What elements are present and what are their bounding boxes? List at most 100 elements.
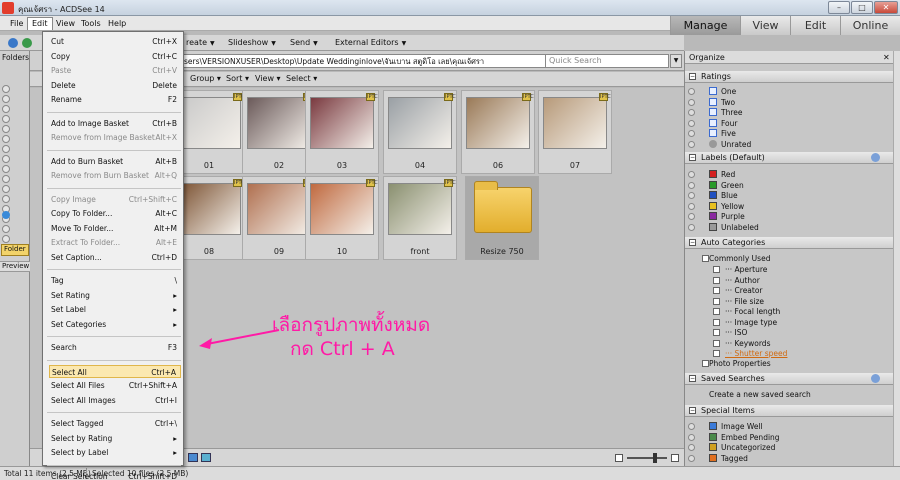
menu-item-set-rating[interactable]: Set Rating ▸ bbox=[49, 289, 181, 302]
rating-item[interactable]: Three bbox=[709, 108, 742, 117]
organize-close-icon[interactable]: ✕ bbox=[883, 53, 890, 62]
close-button[interactable]: ✕ bbox=[874, 1, 898, 14]
quick-search-input[interactable]: Quick Search bbox=[545, 54, 669, 68]
path-input[interactable]: sers\VERSIONXUSER\Desktop\Update Wedding… bbox=[180, 54, 573, 68]
folder-tree-node-icon[interactable] bbox=[2, 165, 10, 173]
filter-select[interactable]: Select ▾ bbox=[286, 74, 317, 83]
collapse-icon[interactable]: − bbox=[689, 73, 696, 80]
drop-target-icon[interactable] bbox=[688, 213, 695, 220]
nav-forward-icon[interactable] bbox=[22, 38, 32, 48]
special-item[interactable]: Image Well bbox=[709, 422, 763, 431]
thumbnail-image[interactable] bbox=[247, 97, 311, 149]
rating-item[interactable]: Four bbox=[709, 118, 737, 128]
drop-target-icon[interactable] bbox=[688, 192, 695, 199]
auto-categories-section-header[interactable]: − Auto Categories bbox=[685, 237, 893, 249]
menu-item-select-all-images[interactable]: Select All Images Ctrl+I bbox=[49, 394, 181, 407]
menu-item-set-label[interactable]: Set Label ▸ bbox=[49, 303, 181, 316]
auto-category-item[interactable]: ··· ISO bbox=[725, 328, 747, 337]
expand-icon[interactable] bbox=[713, 266, 720, 273]
thumbnail-item[interactable]: IPTC 06 bbox=[461, 90, 535, 174]
expand-icon[interactable] bbox=[713, 297, 720, 305]
auto-category-item[interactable]: ··· Focal length bbox=[725, 307, 780, 316]
rating-item[interactable]: Two bbox=[709, 97, 735, 107]
thumbnail-item[interactable]: IPTC front bbox=[383, 176, 457, 260]
toolbar-send[interactable]: Send ▼ bbox=[290, 38, 318, 47]
auto-category-item[interactable]: ··· Creator bbox=[725, 286, 763, 295]
menu-item-set-caption[interactable]: Set Caption... Ctrl+D bbox=[49, 251, 181, 264]
menu-file[interactable]: File bbox=[6, 17, 27, 30]
rating-item[interactable]: Unrated bbox=[709, 139, 751, 149]
special-item[interactable]: Uncategorized bbox=[709, 443, 775, 452]
folder-tree-node-icon[interactable] bbox=[2, 185, 10, 193]
thumbnail-item[interactable]: IPTC 04 bbox=[383, 90, 457, 174]
folder-tree-node-icon[interactable] bbox=[2, 115, 10, 123]
tab-online[interactable]: Online bbox=[840, 16, 900, 35]
folder-tree-node-icon[interactable] bbox=[2, 195, 10, 203]
image-basket-icon[interactable] bbox=[188, 453, 198, 462]
auto-category-item[interactable]: ··· File size bbox=[725, 297, 764, 306]
expand-icon[interactable] bbox=[713, 308, 720, 315]
folder-tree-node-icon[interactable] bbox=[2, 125, 10, 133]
thumbnail-image[interactable] bbox=[177, 183, 241, 235]
zoom-out-icon[interactable] bbox=[615, 454, 623, 462]
thumbnail-image[interactable] bbox=[388, 97, 452, 149]
zoom-in-icon[interactable] bbox=[671, 454, 679, 462]
menu-item-rename[interactable]: Rename F2 bbox=[49, 93, 181, 106]
collapse-icon[interactable]: − bbox=[689, 154, 696, 161]
auto-category-item[interactable]: ··· Aperture bbox=[725, 265, 767, 274]
menu-item-select-by-label[interactable]: Select by Label ▸ bbox=[49, 446, 181, 459]
zoom-slider[interactable] bbox=[627, 457, 667, 459]
thumbnail-image[interactable] bbox=[388, 183, 452, 235]
collapse-icon[interactable]: − bbox=[689, 239, 696, 246]
label-item[interactable]: Blue bbox=[709, 191, 738, 200]
menu-edit[interactable]: Edit bbox=[27, 17, 53, 30]
thumbnail-item[interactable]: IPTC 10 bbox=[305, 176, 379, 260]
menu-item-tag[interactable]: Tag \ bbox=[49, 274, 181, 287]
drop-target-icon[interactable] bbox=[688, 119, 695, 127]
settings-gear-icon[interactable] bbox=[871, 374, 880, 383]
selected-folder-icon[interactable] bbox=[2, 211, 10, 219]
filter-group[interactable]: Group ▾ bbox=[190, 74, 221, 83]
labels-section-header[interactable]: − Labels (Default) bbox=[685, 152, 893, 164]
drop-target-icon[interactable] bbox=[688, 130, 695, 137]
photo-properties-item[interactable]: Photo Properties bbox=[699, 359, 771, 368]
thumbnail-image[interactable] bbox=[310, 183, 374, 235]
menu-item-clear-selection[interactable]: Clear Selection Ctrl+Shift+D bbox=[49, 470, 181, 480]
auto-category-item[interactable]: ··· Keywords bbox=[725, 339, 770, 348]
menu-item-add-to-burn-basket[interactable]: Add to Burn Basket Alt+B bbox=[49, 155, 181, 168]
folder-tree-node-icon[interactable] bbox=[2, 135, 10, 143]
maximize-button[interactable]: □ bbox=[851, 1, 873, 14]
drop-target-icon[interactable] bbox=[688, 181, 695, 189]
drop-target-icon[interactable] bbox=[688, 202, 695, 210]
thumbnail-item[interactable]: IPTC 07 bbox=[538, 90, 612, 174]
menu-item-select-all-files[interactable]: Select All Files Ctrl+Shift+A bbox=[49, 379, 181, 392]
tab-edit[interactable]: Edit bbox=[790, 16, 840, 35]
menu-item-select-all[interactable]: Select All Ctrl+A bbox=[49, 364, 181, 378]
drop-target-icon[interactable] bbox=[688, 423, 695, 430]
drop-target-icon[interactable] bbox=[688, 444, 695, 451]
expand-icon[interactable] bbox=[713, 318, 720, 326]
tab-view[interactable]: View bbox=[740, 16, 790, 35]
ratings-section-header[interactable]: − Ratings bbox=[685, 71, 893, 83]
menu-item-copy[interactable]: Copy Ctrl+C bbox=[49, 50, 181, 63]
drop-target-icon[interactable] bbox=[688, 88, 695, 95]
collapse-icon[interactable]: − bbox=[689, 375, 696, 382]
folder-tree-node-icon[interactable] bbox=[2, 145, 10, 153]
menu-item-select-by-rating[interactable]: Select by Rating ▸ bbox=[49, 432, 181, 445]
toolbar-slideshow[interactable]: Slideshow ▼ bbox=[228, 38, 276, 47]
menu-item-delete[interactable]: Delete Delete bbox=[49, 79, 181, 92]
thumbnail-image[interactable] bbox=[177, 97, 241, 149]
folder-tree-node-icon[interactable] bbox=[2, 225, 10, 233]
thumbnail-image[interactable] bbox=[247, 183, 311, 235]
thumbnail-image[interactable] bbox=[310, 97, 374, 149]
minimize-button[interactable]: – bbox=[828, 1, 850, 14]
menu-item-set-categories[interactable]: Set Categories ▸ bbox=[49, 318, 181, 331]
drop-target-icon[interactable] bbox=[688, 109, 695, 116]
filter-view[interactable]: View ▾ bbox=[255, 74, 281, 83]
organize-scrollbar[interactable] bbox=[893, 51, 900, 466]
menu-tools[interactable]: Tools bbox=[77, 17, 105, 30]
special-item[interactable]: Embed Pending bbox=[709, 432, 780, 442]
menu-view[interactable]: View bbox=[52, 17, 79, 30]
menu-help[interactable]: Help bbox=[104, 17, 130, 30]
nav-back-icon[interactable] bbox=[8, 38, 18, 48]
